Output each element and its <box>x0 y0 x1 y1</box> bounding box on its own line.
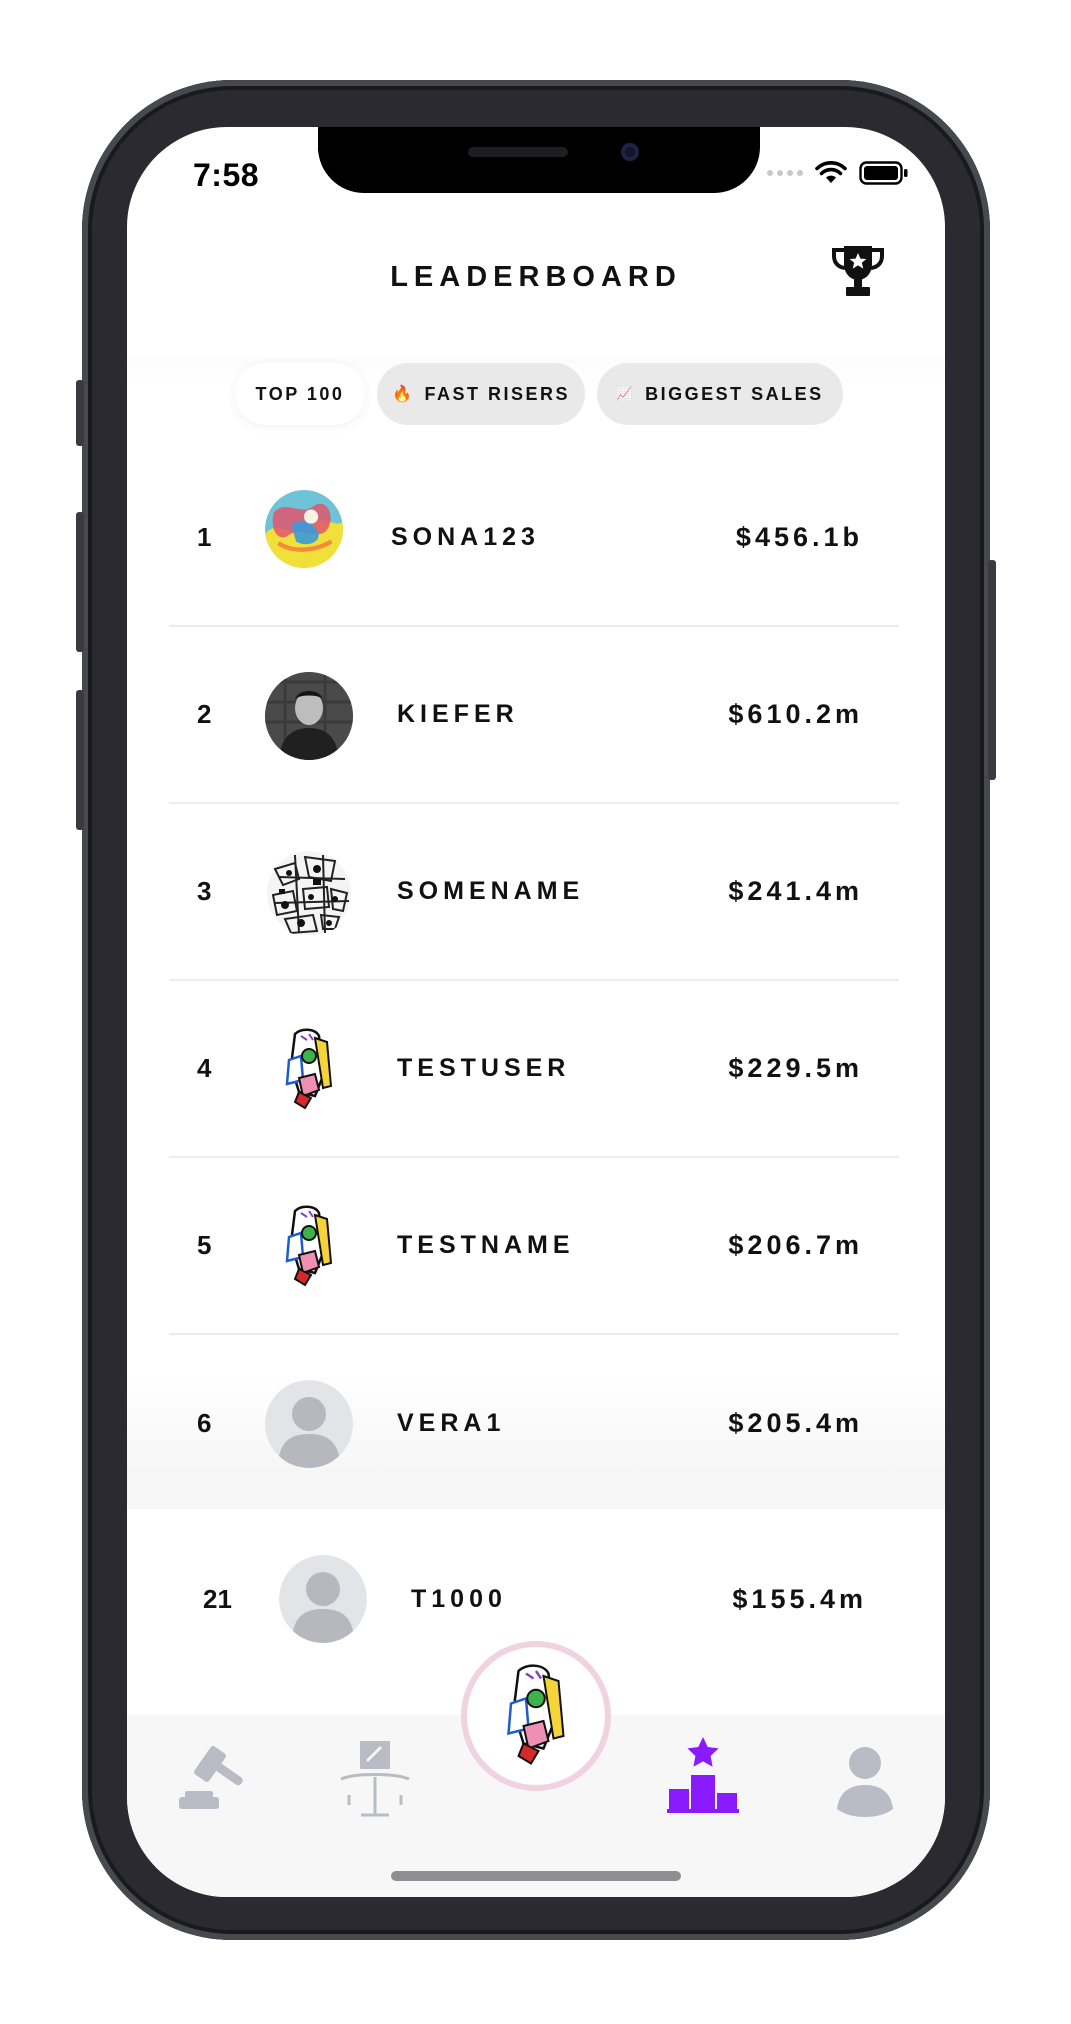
abstract-art-avatar <box>265 490 343 568</box>
chart-increasing-icon: 📈 <box>616 386 636 401</box>
username: SONA123 <box>391 523 540 551</box>
cellular-signal-icon <box>767 170 803 176</box>
tab-fast-risers[interactable]: 🔥 FAST RISERS <box>377 363 585 425</box>
tab-label: TOP 100 <box>255 383 345 404</box>
mute-switch <box>76 380 84 446</box>
leaderboard-row[interactable]: 4 TESTUSER $229.5m <box>169 981 899 1158</box>
user-icon[interactable] <box>825 1739 905 1819</box>
portfolio-value: $155.4m <box>732 1583 867 1614</box>
default-user-avatar <box>265 1380 353 1468</box>
portfolio-value: $456.1b <box>735 522 863 552</box>
gavel-icon[interactable] <box>171 1739 251 1819</box>
status-time: 7:58 <box>193 157 260 193</box>
rank-number: 3 <box>197 876 212 906</box>
rank-number: 1 <box>197 522 212 552</box>
cubist-figure-avatar <box>265 1026 353 1114</box>
portfolio-value: $206.7m <box>728 1230 863 1260</box>
filter-tabs: TOP 100 🔥 FAST RISERS 📈 BIGGEST SALES <box>127 363 945 425</box>
username: VERA1 <box>397 1409 506 1437</box>
front-camera <box>621 143 639 161</box>
rank-number: 6 <box>197 1408 212 1438</box>
leaderboard-row[interactable]: 2 KIEFER $610.2m <box>169 627 899 804</box>
default-user-avatar <box>279 1555 367 1643</box>
home-button[interactable] <box>461 1641 611 1791</box>
power-button <box>988 560 996 780</box>
battery-icon <box>859 161 908 185</box>
volume-down-button <box>76 690 84 830</box>
tab-top-100[interactable]: TOP 100 <box>235 363 365 425</box>
username: KIEFER <box>397 700 519 728</box>
rank-number: 2 <box>197 699 212 729</box>
leaderboard-row[interactable]: 5 TESTNAME $206.7m <box>169 1158 899 1335</box>
cubist-figure-avatar <box>265 1203 353 1291</box>
username: TESTUSER <box>397 1054 571 1082</box>
trophy-icon[interactable] <box>830 242 886 298</box>
leaderboard-row[interactable]: 1 SONA123 $456.1b <box>169 450 899 627</box>
fire-icon: 🔥 <box>392 386 415 403</box>
volume-up-button <box>76 512 84 652</box>
easel-icon[interactable] <box>335 1739 415 1819</box>
portfolio-value: $610.2m <box>728 699 863 729</box>
leaderboard-row[interactable]: 3 SOMENAME $241.4m <box>169 804 899 981</box>
photo-avatar <box>265 672 353 760</box>
tab-biggest-sales[interactable]: 📈 BIGGEST SALES <box>597 363 843 425</box>
portfolio-value: $241.4m <box>728 876 863 906</box>
tab-label: BIGGEST SALES <box>645 383 824 404</box>
home-indicator[interactable] <box>391 1871 681 1881</box>
notch <box>318 127 760 193</box>
rank-number: 5 <box>197 1230 212 1260</box>
speaker <box>468 147 568 157</box>
rank-number: 4 <box>197 1053 212 1083</box>
cubist-figure-icon <box>507 1664 565 1765</box>
page-title: LEADERBOARD <box>390 261 682 293</box>
portfolio-value: $205.4m <box>728 1408 863 1438</box>
portfolio-value: $229.5m <box>728 1053 863 1083</box>
username: SOMENAME <box>397 877 585 905</box>
podium-star-icon[interactable] <box>663 1735 743 1815</box>
tab-label: FAST RISERS <box>424 383 570 404</box>
sketch-avatar <box>267 851 351 935</box>
username: TESTNAME <box>397 1231 575 1259</box>
status-icons <box>767 161 909 185</box>
rank-number: 21 <box>203 1583 232 1614</box>
leaderboard-row[interactable]: 6 VERA1 $205.4m <box>169 1335 899 1512</box>
wifi-icon <box>815 161 847 183</box>
app-screen: LEADERBOARD 7:58 TOP 100 🔥 FAST RISERS 📈… <box>127 127 945 1897</box>
